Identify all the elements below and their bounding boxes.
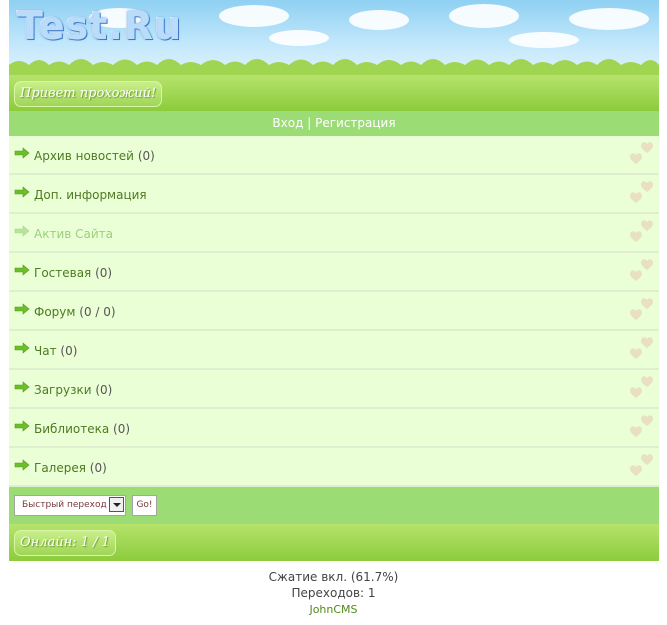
- greeting-bar: Привет прохожий!: [9, 75, 659, 111]
- register-link[interactable]: Регистрация: [315, 116, 395, 130]
- menu-item[interactable]: Актив Сайта: [9, 214, 659, 253]
- menu-link[interactable]: Гостевая: [34, 266, 91, 280]
- menu-link[interactable]: Загрузки: [34, 383, 92, 397]
- menu-link[interactable]: Актив Сайта: [34, 227, 113, 241]
- hearts-icon: [630, 376, 653, 398]
- hearts-icon: [630, 415, 653, 437]
- grass-decoration: [9, 59, 659, 75]
- engine-link[interactable]: JohnCMS: [0, 603, 667, 616]
- go-button[interactable]: Go!: [132, 495, 157, 516]
- quick-jump-bar: Быстрый переход Go!: [9, 487, 659, 524]
- quick-jump-select[interactable]: Быстрый переход: [14, 495, 126, 516]
- compression-info: Сжатие вкл. (61.7%): [268, 570, 399, 584]
- menu-item-label: Актив Сайта: [34, 215, 113, 253]
- menu-item-label: Библиотека (0): [34, 410, 130, 448]
- arrow-right-icon: [14, 303, 30, 315]
- arrow-right-icon: [14, 420, 30, 432]
- arrow-right-icon: [14, 147, 30, 159]
- menu-item-count: (0): [95, 266, 113, 280]
- menu-item-count: (0): [113, 422, 131, 436]
- login-link[interactable]: Вход: [272, 116, 303, 130]
- menu-item[interactable]: Чат (0): [9, 331, 659, 370]
- cloud-decoration: [269, 30, 329, 46]
- menu-item-count: (0): [89, 461, 107, 475]
- menu-item-count: (0): [137, 149, 155, 163]
- online-bar: Онлайн: 1 / 1: [9, 524, 659, 561]
- hearts-icon: [630, 142, 653, 164]
- menu-link[interactable]: Форум: [34, 305, 75, 319]
- menu-item-count: (0): [95, 383, 113, 397]
- arrow-right-icon: [14, 264, 30, 276]
- arrow-right-icon: [14, 459, 30, 471]
- menu-item-label: Доп. информация: [34, 176, 147, 214]
- menu-item-label: Загрузки (0): [34, 371, 112, 409]
- cloud-decoration: [349, 10, 409, 30]
- arrow-right-icon: [14, 381, 30, 393]
- menu-item-label: Форум (0 / 0): [34, 293, 116, 331]
- arrow-right-icon: [14, 225, 30, 237]
- arrow-right-icon: [14, 186, 30, 198]
- menu-item[interactable]: Архив новостей (0): [9, 136, 659, 175]
- menu-item[interactable]: Галерея (0): [9, 448, 659, 487]
- cloud-decoration: [219, 5, 289, 27]
- menu-item-label: Чат (0): [34, 332, 77, 370]
- hearts-icon: [630, 298, 653, 320]
- menu-link[interactable]: Библиотека: [34, 422, 109, 436]
- hearts-icon: [630, 454, 653, 476]
- menu-item[interactable]: Форум (0 / 0): [9, 292, 659, 331]
- menu-item[interactable]: Загрузки (0): [9, 370, 659, 409]
- page-container: Test.Ru Привет прохожий! Вход | Регистра…: [9, 0, 659, 561]
- greeting-text: Привет прохожий!: [14, 81, 163, 107]
- site-logo[interactable]: Test.Ru: [17, 4, 182, 48]
- hearts-icon: [630, 181, 653, 203]
- menu-item-count: (0 / 0): [79, 305, 116, 319]
- site-header: Test.Ru: [9, 0, 659, 75]
- menu-item[interactable]: Библиотека (0): [9, 409, 659, 448]
- transitions-count: Переходов: 1: [291, 586, 376, 600]
- menu-item-label: Галерея (0): [34, 449, 107, 487]
- cloud-decoration: [449, 4, 519, 28]
- online-counter[interactable]: Онлайн: 1 / 1: [14, 530, 116, 556]
- menu-item-count: (0): [60, 344, 78, 358]
- menu-item[interactable]: Гостевая (0): [9, 253, 659, 292]
- hearts-icon: [630, 337, 653, 359]
- main-menu: Архив новостей (0) Доп. информация Актив …: [9, 136, 659, 487]
- quick-jump-selected: Быстрый переход: [22, 500, 107, 510]
- menu-link[interactable]: Галерея: [34, 461, 86, 475]
- cloud-decoration: [509, 32, 579, 48]
- menu-item-label: Гостевая (0): [34, 254, 112, 292]
- hearts-icon: [630, 259, 653, 281]
- chevron-down-icon[interactable]: [109, 497, 124, 512]
- menu-link[interactable]: Чат: [34, 344, 57, 358]
- cloud-decoration: [569, 8, 649, 30]
- menu-link[interactable]: Архив новостей: [34, 149, 134, 163]
- auth-bar: Вход | Регистрация: [9, 111, 659, 136]
- menu-item-label: Архив новостей (0): [34, 137, 155, 175]
- hearts-icon: [630, 220, 653, 242]
- arrow-right-icon: [14, 342, 30, 354]
- menu-item[interactable]: Доп. информация: [9, 175, 659, 214]
- auth-separator: |: [307, 116, 312, 130]
- menu-link[interactable]: Доп. информация: [34, 188, 147, 202]
